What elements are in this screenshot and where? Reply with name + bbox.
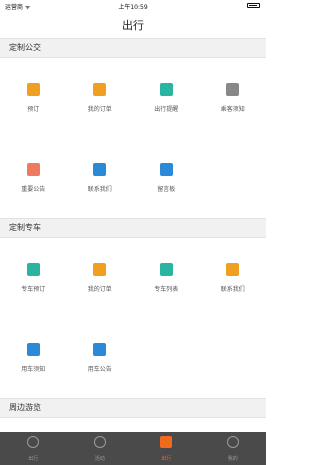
grid-item[interactable]: 预订 <box>0 58 67 138</box>
grid-item[interactable]: 我的订单 <box>67 238 134 318</box>
person-icon <box>226 263 240 276</box>
nav-bar: 出行 <box>0 11 266 39</box>
location-icon <box>27 436 40 448</box>
car-booking-icon <box>26 263 40 276</box>
grid-item[interactable]: 出行提醒 <box>133 58 200 138</box>
tab-item[interactable]: 出行 <box>0 432 67 465</box>
grid-item-label: 专车列表 <box>154 286 179 293</box>
grid-item-label: 专车预订 <box>21 286 46 293</box>
tab-label: 出行 <box>28 456 39 462</box>
message-icon <box>159 163 173 176</box>
grid-item-label: 用车须知 <box>21 366 46 373</box>
star-icon <box>93 436 106 448</box>
info-icon <box>226 83 240 96</box>
grid-item-label: 留言板 <box>157 186 176 193</box>
section-header: 定制专车 <box>0 218 266 238</box>
grid-item-label: 乘客须知 <box>220 106 245 113</box>
section-grid: 专车预订 我的订单 专车列表 联系我们用车须知 用车公告 <box>0 238 266 398</box>
grid-item[interactable]: 我的订单 <box>67 58 134 138</box>
grid-item-label: 用车公告 <box>87 366 112 373</box>
grid-item[interactable]: 用车须知 <box>0 318 67 398</box>
section-grid: 预订 我的订单 出行提醒 乘客须知重要公告 联系我们 留言板 <box>0 58 266 218</box>
grid-item[interactable]: 专车预订 <box>0 238 67 318</box>
content-area: 定制公交 预订 我的订单 出行提醒 乘客须知 重要公告 联系我们 留言板 定制专车 专车预订 我的订… <box>0 38 266 432</box>
section-header: 周边游览 <box>0 398 266 418</box>
bell-icon <box>26 343 40 356</box>
tab-label: 出行 <box>161 456 172 462</box>
order-icon <box>93 263 107 276</box>
tab-label: 我的 <box>227 456 238 462</box>
grid-item-label: 出行提醒 <box>154 106 179 113</box>
tab-label: 活动 <box>94 456 105 462</box>
grid-item-label: 我的订单 <box>87 286 112 293</box>
tab-item[interactable]: 出行 <box>133 432 200 465</box>
contact-icon <box>93 163 107 176</box>
grid-item-label: 重要公告 <box>21 186 46 193</box>
profile-icon <box>226 436 239 448</box>
grid-item-label: 预订 <box>27 106 40 113</box>
status-bar: 运营商 ᯤ 上午10:59 <box>0 0 266 11</box>
tab-item[interactable]: 我的 <box>200 432 267 465</box>
page-title: 出行 <box>122 19 144 32</box>
chat-icon <box>93 343 107 356</box>
grid-item[interactable]: 专车列表 <box>133 238 200 318</box>
grid-item[interactable]: 重要公告 <box>0 138 67 218</box>
order-icon <box>93 83 107 96</box>
travel-icon <box>160 436 173 448</box>
status-time: 上午10:59 <box>118 4 148 11</box>
grid-item-label: 联系我们 <box>87 186 112 193</box>
grid-item-label: 我的订单 <box>87 106 112 113</box>
grid-item-label: 联系我们 <box>220 286 245 293</box>
grid-item[interactable]: 乘客须知 <box>200 58 267 138</box>
reminder-icon <box>159 83 173 96</box>
list-icon <box>159 263 173 276</box>
tab-item[interactable]: 活动 <box>67 432 134 465</box>
grid-item[interactable]: 联系我们 <box>67 138 134 218</box>
bus-icon <box>26 83 40 96</box>
tab-bar: 出行 活动 出行 我的 <box>0 432 266 465</box>
battery-icon <box>247 3 260 8</box>
section-header: 定制公交 <box>0 38 266 58</box>
grid-item[interactable]: 联系我们 <box>200 238 267 318</box>
grid-item[interactable]: 用车公告 <box>67 318 134 398</box>
sections-container: 定制公交 预订 我的订单 出行提醒 乘客须知 重要公告 联系我们 留言板 定制专车 专车预订 我的订… <box>0 38 266 418</box>
announcement-icon <box>26 163 40 176</box>
grid-item[interactable]: 留言板 <box>133 138 200 218</box>
